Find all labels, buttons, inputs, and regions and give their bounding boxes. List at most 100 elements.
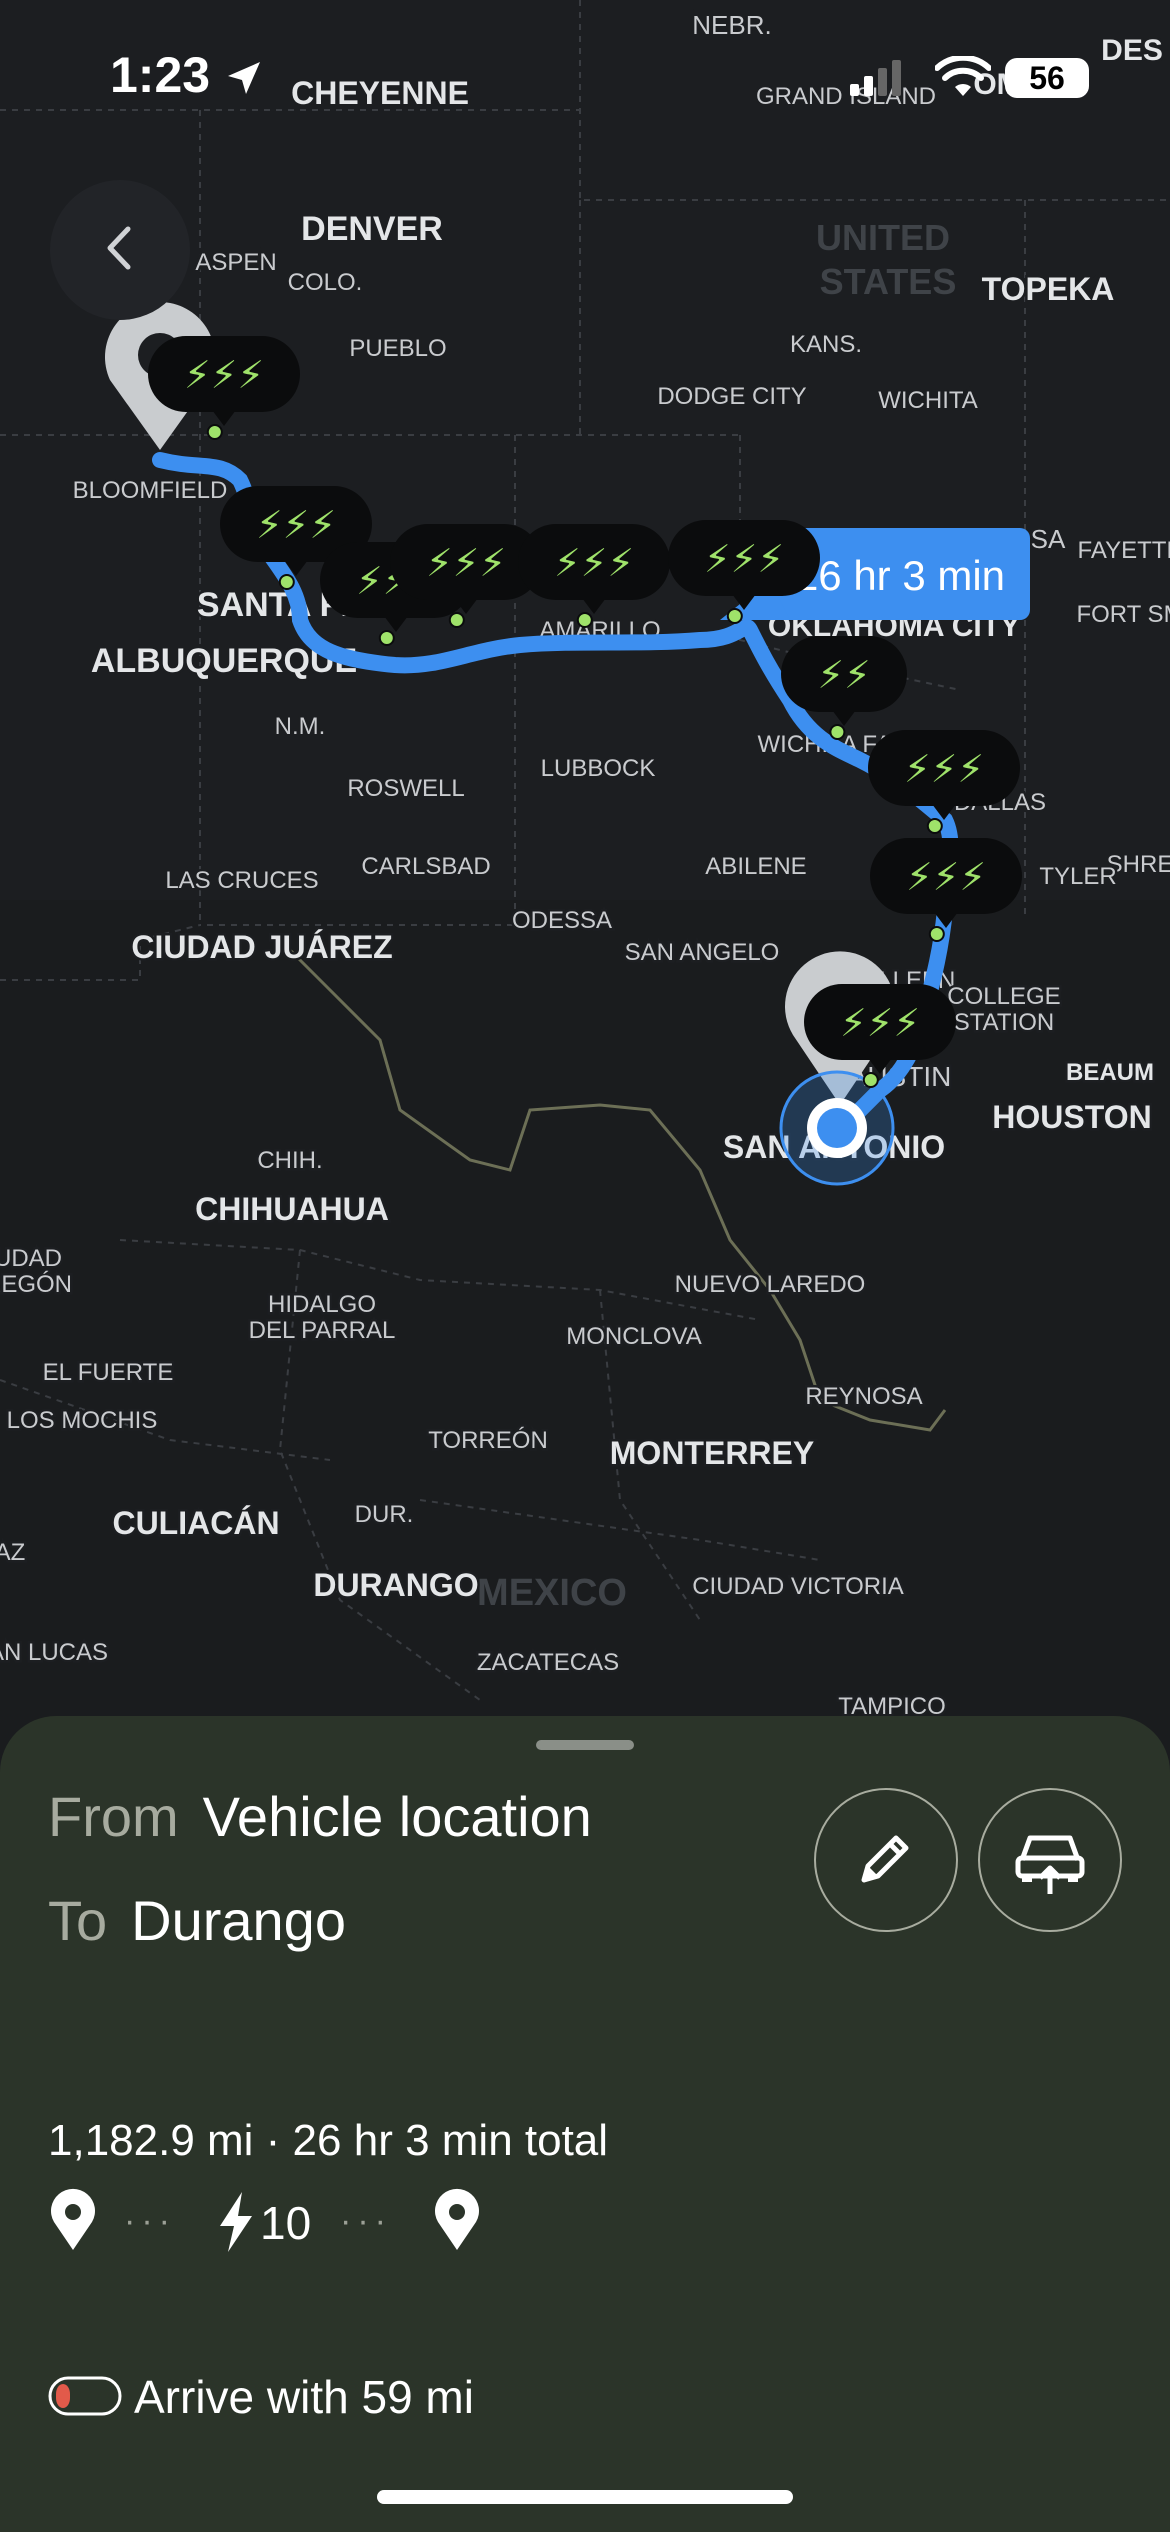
- region-label-mexico: MEXICO: [477, 1572, 627, 1614]
- city-label-line: COLO.: [288, 269, 363, 296]
- city-label: WICHITA: [878, 387, 978, 414]
- city-label-line: AZ: [0, 1539, 25, 1566]
- pencil-icon: [854, 1826, 918, 1895]
- from-label: From: [48, 1785, 179, 1848]
- charger-bolt-icon: ⚡⚡⚡: [906, 855, 986, 899]
- charger-bolt-icon: ⚡⚡⚡: [904, 747, 984, 791]
- city-label-line: DODGE CITY: [657, 383, 806, 410]
- city-label-line: TORREÓN: [428, 1427, 548, 1454]
- city-label: ZACATECAS: [477, 1649, 619, 1676]
- home-indicator[interactable]: [377, 2490, 793, 2504]
- to-value: Durango: [131, 1889, 346, 1952]
- status-time: 1:23: [110, 47, 211, 103]
- city-label: CULIACÁN: [112, 1505, 279, 1541]
- city-label-line: ODESSA: [512, 907, 612, 934]
- back-button[interactable]: [50, 180, 190, 320]
- city-label: COLLEGE STATION: [947, 983, 1060, 1036]
- city-label-line: AN LUCAS: [0, 1639, 108, 1666]
- city-label: PUEBLO: [349, 335, 446, 362]
- city-label-line: REGÓN: [0, 1271, 72, 1298]
- city-label-line: DEL PARRAL: [249, 1317, 396, 1344]
- city-label: N.M.: [275, 713, 326, 740]
- city-label: HIDALGO DEL PARRAL: [249, 1291, 396, 1344]
- to-label: To: [48, 1889, 108, 1952]
- cellular-signal-icon: [850, 60, 910, 101]
- charger-route-dot: [278, 574, 295, 590]
- city-label-line: MONTERREY: [610, 1435, 814, 1471]
- chevron-left-icon: [100, 223, 140, 278]
- city-label-line: CIUDAD VICTORIA: [692, 1573, 904, 1600]
- charger-bolt-icon: ⚡⚡⚡: [554, 541, 634, 585]
- region-label-line: STATES: [820, 261, 957, 302]
- city-label: KANS.: [790, 331, 862, 358]
- city-label-line: ZACATECAS: [477, 1649, 619, 1676]
- city-label: TORREÓN: [428, 1427, 548, 1454]
- region-label-line: UNITED: [816, 217, 950, 258]
- charger-bolt-icon: ⚡⚡⚡: [426, 541, 506, 585]
- from-row[interactable]: From Vehicle location: [48, 1784, 592, 1849]
- route-sheet[interactable]: From Vehicle location To Durango 1,182.9 m…: [0, 1716, 1170, 2532]
- city-label: CARLSBAD: [361, 853, 490, 880]
- city-label: SA: [1031, 524, 1066, 554]
- battery-indicator: 56: [1005, 58, 1089, 98]
- city-label-line: UDAD: [0, 1245, 62, 1272]
- city-label: FORT SM: [1076, 601, 1170, 628]
- charger-route-dot: [378, 630, 395, 646]
- city-label: CHIH.: [257, 1147, 322, 1174]
- city-label-line: HOUSTON: [992, 1099, 1151, 1135]
- vehicle-location-icon: [779, 1070, 895, 1186]
- sheet-grabber[interactable]: [536, 1740, 634, 1750]
- city-label: DURANGO: [313, 1567, 478, 1603]
- city-label-line: CHIHUAHUA: [195, 1191, 389, 1227]
- city-label-line: PUEBLO: [349, 335, 446, 362]
- edit-route-button[interactable]: [814, 1788, 958, 1932]
- route-dots: ···: [340, 2202, 392, 2240]
- send-to-vehicle-button[interactable]: [978, 1788, 1122, 1932]
- charger-bolt-icon: ⚡⚡⚡: [704, 537, 784, 581]
- city-label-line: ASPEN: [195, 249, 276, 276]
- origin-pin-icon: [48, 2188, 98, 2252]
- city-label-line: REYNOSA: [805, 1383, 922, 1410]
- city-label: REYNOSA: [805, 1383, 922, 1410]
- city-label: AN LUCAS: [0, 1639, 108, 1666]
- city-label: AZ: [0, 1539, 25, 1566]
- eta-text: 26 hr 3 min: [795, 552, 1005, 599]
- status-bar: 1:23 56: [0, 0, 1170, 150]
- charge-stop-count: 10: [260, 2197, 312, 2249]
- city-label-line: DURANGO: [313, 1567, 478, 1603]
- city-label: BEAUM: [1066, 1059, 1154, 1086]
- charger-bolt-icon: ⚡⚡⚡: [840, 1001, 920, 1045]
- charger-route-dot: [928, 926, 945, 942]
- charger-bolt-icon: [216, 2190, 256, 2254]
- charger-route-dot: [576, 612, 593, 628]
- city-label: DUR.: [355, 1501, 414, 1528]
- city-label-line: LOS MOCHIS: [7, 1407, 158, 1434]
- city-label-line: CULIACÁN: [112, 1505, 279, 1541]
- city-label: CHIHUAHUA: [195, 1191, 389, 1227]
- city-label: MONCLOVA: [566, 1323, 702, 1350]
- city-label-line: BLOOMFIELD: [73, 477, 228, 504]
- arrival-charge: Arrive with 59 mi: [48, 2366, 748, 2436]
- to-row[interactable]: To Durango: [48, 1888, 346, 1953]
- city-label-line: DUR.: [355, 1501, 414, 1528]
- charger-bolt-icon: ⚡⚡⚡: [184, 353, 264, 397]
- city-label-line: ROSWELL: [347, 775, 464, 802]
- location-arrow-icon: [224, 58, 264, 103]
- city-label-line: TYLER: [1039, 863, 1116, 890]
- charger-route-dot: [829, 724, 846, 740]
- city-label-line: FORT SM: [1076, 601, 1170, 628]
- city-label-line: COLLEGE: [947, 983, 1060, 1010]
- city-label: ODESSA: [512, 907, 612, 934]
- city-label-line: WICHITA: [878, 387, 978, 414]
- city-label: EL FUERTE: [43, 1359, 174, 1386]
- city-label: DENVER: [301, 210, 443, 248]
- city-label-line: KANS.: [790, 331, 862, 358]
- city-label-line: ABILENE: [705, 853, 806, 880]
- city-label: LUBBOCK: [541, 755, 656, 782]
- city-label-line: CARLSBAD: [361, 853, 490, 880]
- city-label-line: NUEVO LAREDO: [675, 1271, 866, 1298]
- charger-route-dot: [726, 608, 743, 624]
- city-label-line: LUBBOCK: [541, 755, 656, 782]
- city-label: LOS MOCHIS: [7, 1407, 158, 1434]
- city-label: CIUDAD VICTORIA: [692, 1573, 904, 1600]
